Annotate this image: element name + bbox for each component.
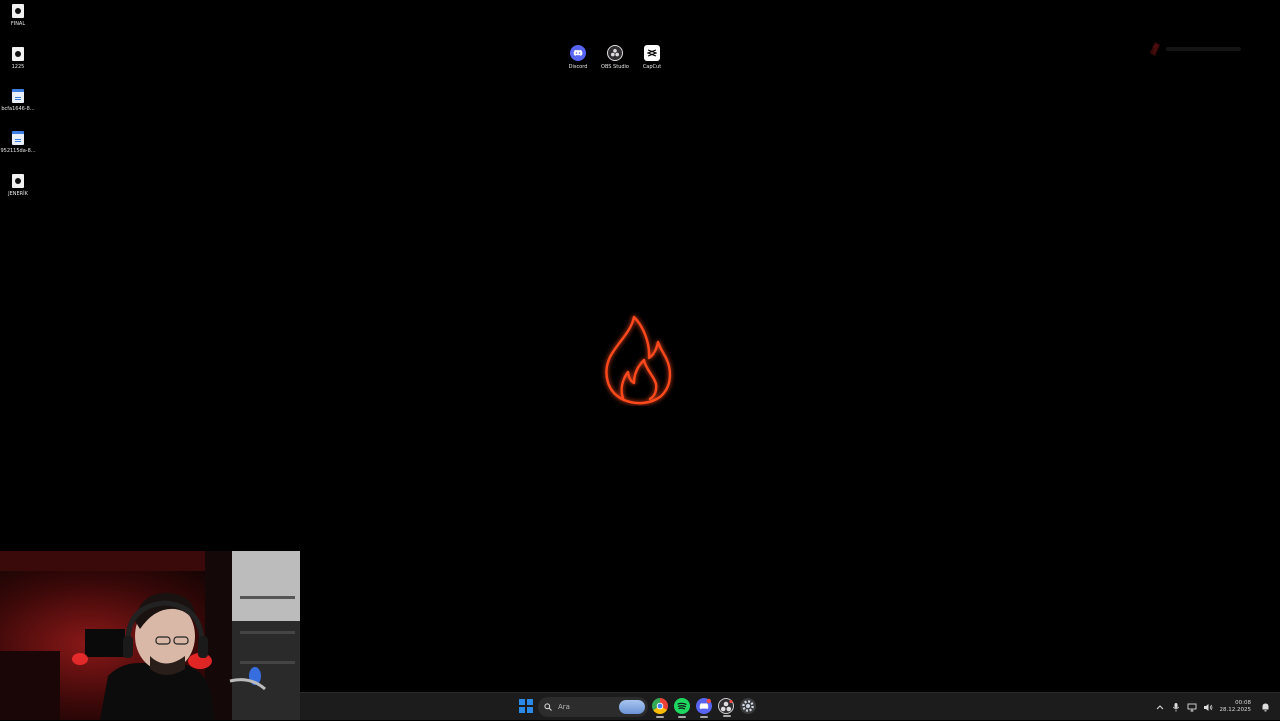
search-icon (544, 703, 552, 711)
volume-icon[interactable] (1201, 700, 1215, 714)
desktop-icon-obs[interactable]: OBS Studio (600, 45, 630, 70)
clock-date: 28.12.2025 (1220, 707, 1252, 714)
search-placeholder: Ara (558, 703, 570, 711)
desktop-icon-label: CapCut (643, 64, 661, 70)
obs-icon[interactable] (718, 698, 734, 714)
desktop-icon-capcut[interactable]: CapCut (637, 45, 667, 70)
taskbar-search-box[interactable]: Ara (538, 697, 648, 717)
video-file-icon (12, 47, 24, 61)
document-file-icon (12, 89, 24, 103)
obs-icon (607, 45, 623, 61)
microphone-icon[interactable] (1169, 700, 1183, 714)
flame-icon (598, 312, 678, 406)
video-file-icon (12, 4, 24, 18)
wallpaper-brand-logo (1148, 40, 1243, 58)
taskbar: Ara 00:08 28.12.2025 (300, 692, 1280, 720)
desktop-icon-label: Discord (569, 64, 588, 70)
settings-icon[interactable] (740, 698, 756, 714)
webcam-overlay (0, 551, 300, 720)
windows-logo-tile (519, 707, 525, 713)
desktop-icon-label: FINAL (11, 21, 25, 27)
windows-logo-tile (527, 707, 533, 713)
desktop-icon-label: OBS Studio (601, 64, 629, 70)
desktop-app-shortcuts: Discord OBS Studio CapCut (563, 45, 667, 70)
network-icon[interactable] (1185, 700, 1199, 714)
notification-bell-icon[interactable] (1258, 700, 1272, 714)
chevron-up-icon[interactable] (1153, 700, 1167, 714)
search-highlight-image (619, 700, 645, 714)
chrome-icon[interactable] (652, 698, 668, 714)
video-file-icon (12, 174, 24, 188)
discord-icon[interactable] (696, 698, 712, 714)
desktop-icon-jenerik[interactable]: JENERİK (0, 174, 36, 197)
desktop-icon-label: 1225 (12, 64, 25, 70)
system-tray: 00:08 28.12.2025 (1152, 693, 1280, 721)
desktop-icon-label: bcfa1646-8... (1, 106, 34, 112)
clock-time: 00:08 (1235, 700, 1251, 707)
desktop-icon-final[interactable]: FINAL (0, 4, 36, 27)
spotify-icon[interactable] (674, 698, 690, 714)
brand-wordmark (1166, 45, 1241, 53)
document-file-icon (12, 131, 24, 145)
desktop-icon-label: 952115da-8... (0, 148, 35, 154)
discord-icon (570, 45, 586, 61)
webcam-feed-image (0, 551, 300, 720)
capcut-icon (644, 45, 660, 61)
start-button[interactable] (519, 699, 533, 713)
windows-logo-tile (527, 699, 533, 705)
taskbar-clock[interactable]: 00:08 28.12.2025 (1220, 700, 1252, 714)
desktop-icon-discord[interactable]: Discord (563, 45, 593, 70)
windows-logo-tile (519, 699, 525, 705)
desktop-icon-bcfa[interactable]: bcfa1646-8... (0, 89, 36, 112)
desktop-icon-label: JENERİK (8, 191, 28, 197)
brand-mark-icon (1148, 41, 1162, 57)
desktop-icon-952115da[interactable]: 952115da-8... (0, 131, 36, 154)
desktop-icon-1225[interactable]: 1225 (0, 47, 36, 70)
